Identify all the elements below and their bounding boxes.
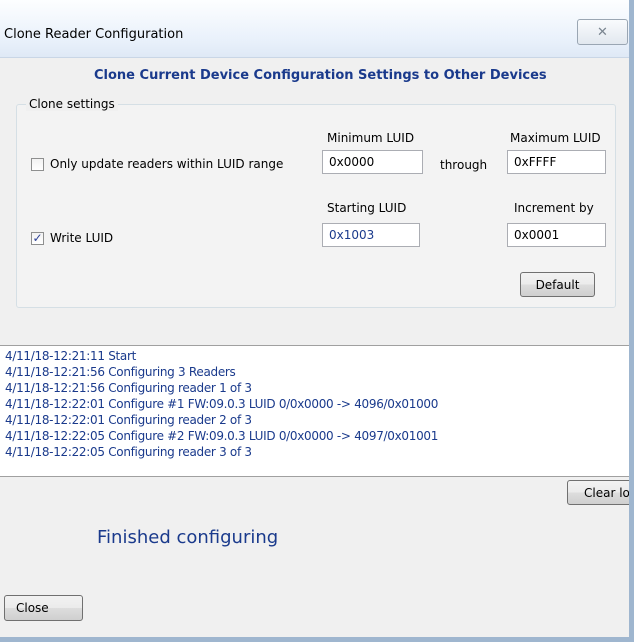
write-luid-label: Write LUID <box>50 231 114 245</box>
status-message: Finished configuring <box>97 527 279 548</box>
title-bar[interactable]: Clone Reader Configuration ✕ <box>0 0 634 58</box>
maximum-luid-label: Maximum LUID <box>510 131 601 145</box>
clone-reader-configuration-window: Clone Reader Configuration ✕ Clone Curre… <box>0 0 634 642</box>
window-border-bottom <box>0 637 634 642</box>
minimum-luid-input[interactable]: 0x0000 <box>322 150 423 174</box>
close-button[interactable]: Close <box>4 595 83 621</box>
log-line: 4/11/18-12:21:56 Configuring 3 Readers <box>5 365 236 379</box>
only-update-label: Only update readers within LUID range <box>50 157 284 171</box>
window-border-right <box>629 0 634 642</box>
minimum-luid-label: Minimum LUID <box>327 131 415 145</box>
default-button[interactable]: Default <box>520 272 595 297</box>
maximum-luid-input[interactable]: 0xFFFF <box>507 150 606 174</box>
log-line: 4/11/18-12:22:01 Configuring reader 2 of… <box>5 413 252 427</box>
log-output[interactable]: 4/11/18-12:21:11 Start 4/11/18-12:21:56 … <box>0 345 629 477</box>
starting-luid-label: Starting LUID <box>327 201 407 215</box>
only-update-readers-checkbox[interactable]: Only update readers within LUID range <box>31 157 283 171</box>
checkmark-icon: ✓ <box>32 230 43 245</box>
window-close-button[interactable]: ✕ <box>577 19 628 45</box>
log-line: 4/11/18-12:22:01 Configure #1 FW:09.0.3 … <box>5 397 439 411</box>
clear-log-button[interactable]: Clear lo <box>567 480 633 505</box>
starting-luid-input[interactable]: 0x1003 <box>322 223 420 247</box>
log-line: 4/11/18-12:21:56 Configuring reader 1 of… <box>5 381 252 395</box>
increment-by-input[interactable]: 0x0001 <box>507 223 606 247</box>
write-luid-checkbox-box[interactable]: ✓ <box>31 230 44 245</box>
clone-settings-label: Clone settings <box>26 97 118 111</box>
only-update-checkbox-box[interactable] <box>31 157 44 171</box>
through-label: through <box>440 158 488 172</box>
log-line: 4/11/18-12:22:05 Configuring reader 3 of… <box>5 445 252 459</box>
log-line: 4/11/18-12:22:05 Configure #2 FW:09.0.3 … <box>5 429 439 443</box>
close-icon: ✕ <box>597 24 608 40</box>
dialog-heading: Clone Current Device Configuration Setti… <box>94 68 547 83</box>
write-luid-checkbox[interactable]: ✓ Write LUID <box>31 231 113 245</box>
increment-by-label: Increment by <box>514 201 594 215</box>
window-title: Clone Reader Configuration <box>4 27 184 42</box>
log-line: 4/11/18-12:21:11 Start <box>5 349 137 363</box>
